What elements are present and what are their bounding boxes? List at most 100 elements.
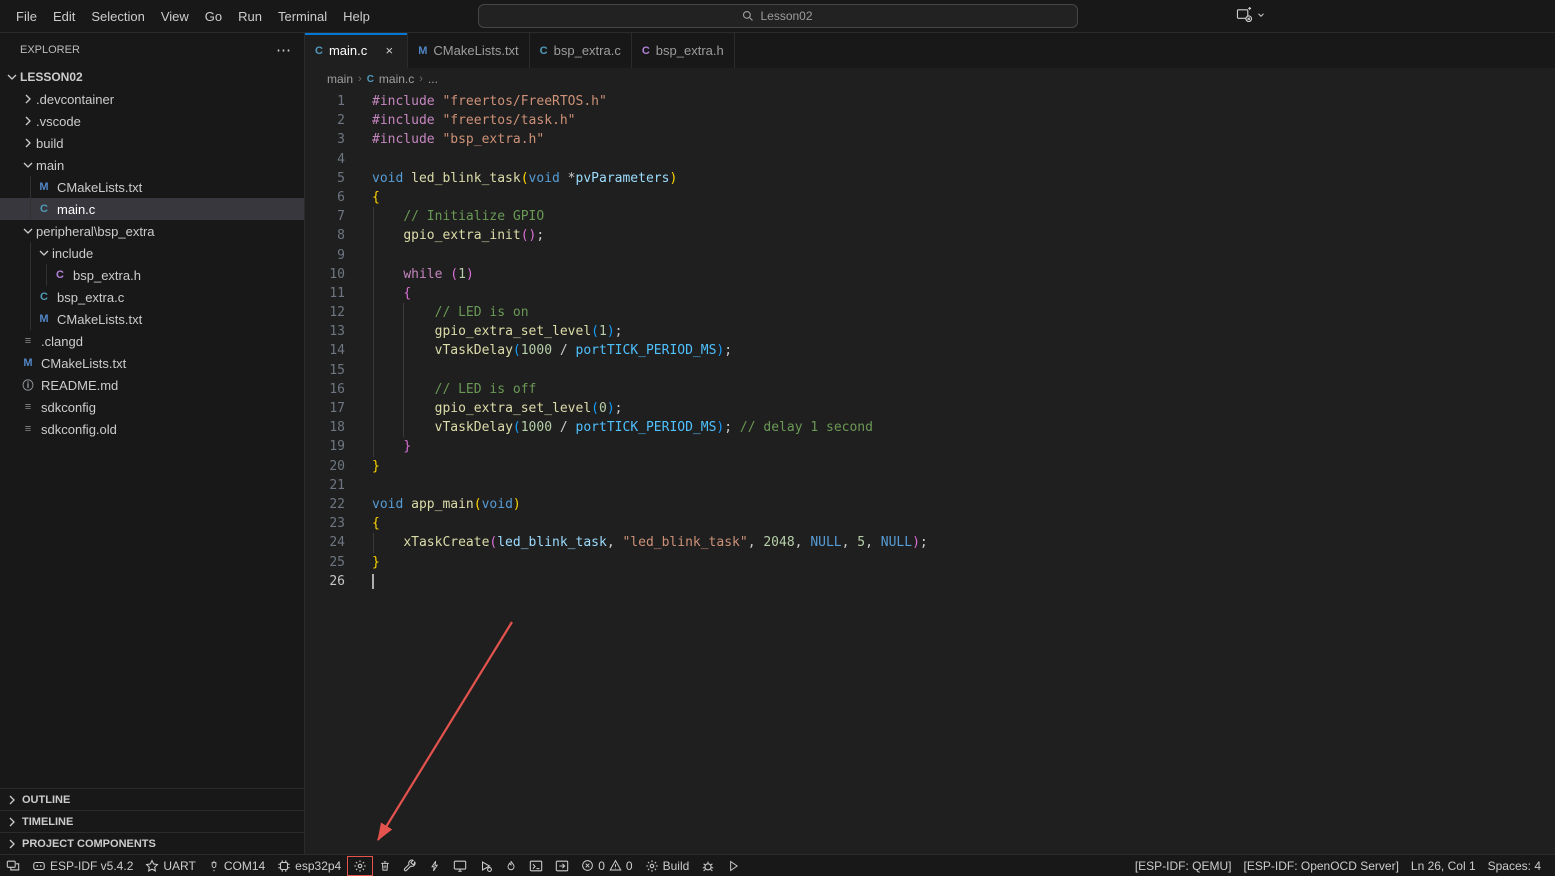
status-debug-alt[interactable] <box>473 855 499 876</box>
code-line[interactable]: 2#include "freertos/task.h" <box>305 111 1555 130</box>
tree-file-bsp-extra-c[interactable]: Cbsp_extra.c <box>0 286 304 308</box>
status-run-external[interactable] <box>549 855 575 876</box>
code-line[interactable]: 26 <box>305 572 1555 591</box>
breadcrumb-item[interactable]: ... <box>428 72 438 86</box>
file-type-icon: M <box>418 45 427 57</box>
tree-file-bsp-extra-h[interactable]: Cbsp_extra.h <box>0 264 304 286</box>
tree-file-sdkconfig-old[interactable]: ≡sdkconfig.old <box>0 418 304 440</box>
code-line[interactable]: 5void led_blink_task(void *pvParameters) <box>305 169 1555 188</box>
item-label: main.c <box>57 202 95 217</box>
code-line[interactable]: 6{ <box>305 188 1555 207</box>
code-line[interactable]: 8 gpio_extra_init(); <box>305 226 1555 245</box>
tree-file-cmakelists-txt[interactable]: MCMakeLists.txt <box>0 352 304 374</box>
tree-file-readme-md[interactable]: ⓘREADME.md <box>0 374 304 396</box>
breadcrumb-item[interactable]: main.c <box>379 72 414 86</box>
code-line[interactable]: 1#include "freertos/FreeRTOS.h" <box>305 92 1555 111</box>
status-com14[interactable]: COM14 <box>202 855 271 876</box>
item-label: CMakeLists.txt <box>57 180 142 195</box>
tree-root-lesson02[interactable]: LESSON02 <box>0 66 304 88</box>
menu-help[interactable]: Help <box>335 5 378 28</box>
status-esp-idf-v5-4-2[interactable]: ESP-IDF v5.4.2 <box>26 855 139 876</box>
section-outline[interactable]: OUTLINE <box>0 788 304 810</box>
code-line[interactable]: 25} <box>305 553 1555 572</box>
code-line[interactable]: 24 xTaskCreate(led_blink_task, "led_blin… <box>305 533 1555 552</box>
section-timeline[interactable]: TIMELINE <box>0 810 304 832</box>
code-line[interactable]: 11 { <box>305 284 1555 303</box>
code-line[interactable]: 4 <box>305 150 1555 169</box>
status-wrench[interactable] <box>397 855 423 876</box>
code-editor[interactable]: 1#include "freertos/FreeRTOS.h"2#include… <box>305 90 1555 854</box>
menu-run[interactable]: Run <box>230 5 270 28</box>
layout-control-icon[interactable] <box>1236 7 1253 22</box>
code-line[interactable]: 15 <box>305 361 1555 380</box>
warning-icon <box>609 859 622 872</box>
code-line[interactable]: 22void app_main(void) <box>305 495 1555 514</box>
code-line[interactable]: 18 vTaskDelay(1000 / portTICK_PERIOD_MS)… <box>305 418 1555 437</box>
code-line[interactable]: 13 gpio_extra_set_level(1); <box>305 322 1555 341</box>
tree-file-main-c[interactable]: Cmain.c <box>0 198 304 220</box>
bug-icon <box>701 859 715 873</box>
tree-folder-peripheral-bsp-extra[interactable]: peripheral\bsp_extra <box>0 220 304 242</box>
chevron-down-icon[interactable] <box>1256 10 1266 20</box>
status-esp32p4[interactable]: esp32p4 <box>271 855 347 876</box>
tree-file-clangd[interactable]: ≡.clangd <box>0 330 304 352</box>
search-input[interactable]: Lesson02 <box>478 4 1078 28</box>
status-trash[interactable] <box>373 855 397 876</box>
run-external-icon <box>555 859 569 873</box>
status-esp-idf-openocd-server[interactable]: [ESP-IDF: OpenOCD Server] <box>1238 855 1405 876</box>
status-monitor[interactable] <box>447 855 473 876</box>
tab-bsp-extra-c[interactable]: Cbsp_extra.c <box>530 33 632 68</box>
code-line[interactable]: 21 <box>305 476 1555 495</box>
chevron-down-icon <box>36 245 52 261</box>
status-problems[interactable]: 00 <box>575 855 638 876</box>
code-line[interactable]: 10 while (1) <box>305 265 1555 284</box>
close-icon[interactable]: × <box>381 43 397 58</box>
tree-folder-build[interactable]: build <box>0 132 304 154</box>
code-line[interactable]: 23{ <box>305 514 1555 533</box>
explorer-actions-icon[interactable]: ⋯ <box>276 41 292 59</box>
chevron-right-icon <box>4 836 20 852</box>
status-flame[interactable] <box>499 855 523 876</box>
menu-go[interactable]: Go <box>197 5 230 28</box>
menu-edit[interactable]: Edit <box>45 5 83 28</box>
status-bar-right: [ESP-IDF: QEMU][ESP-IDF: OpenOCD Server]… <box>1129 855 1555 876</box>
breadcrumb[interactable]: main›Cmain.c›... <box>305 68 1555 90</box>
menu-selection[interactable]: Selection <box>83 5 152 28</box>
tree-folder-main[interactable]: main <box>0 154 304 176</box>
tree-file-cmakelists-txt[interactable]: MCMakeLists.txt <box>0 176 304 198</box>
tree-folder-devcontainer[interactable]: .devcontainer <box>0 88 304 110</box>
tree-folder-include[interactable]: include <box>0 242 304 264</box>
status-lightning[interactable] <box>423 855 447 876</box>
code-line[interactable]: 14 vTaskDelay(1000 / portTICK_PERIOD_MS)… <box>305 341 1555 360</box>
status-build[interactable]: Build <box>639 855 696 876</box>
tree-file-sdkconfig[interactable]: ≡sdkconfig <box>0 396 304 418</box>
tree-file-cmakelists-txt[interactable]: MCMakeLists.txt <box>0 308 304 330</box>
status-ln-26-col-1[interactable]: Ln 26, Col 1 <box>1405 855 1482 876</box>
breadcrumb-item[interactable]: main <box>327 72 353 86</box>
tab-bsp-extra-h[interactable]: Cbsp_extra.h <box>632 33 735 68</box>
code-line[interactable]: 17 gpio_extra_set_level(0); <box>305 399 1555 418</box>
tree-folder-vscode[interactable]: .vscode <box>0 110 304 132</box>
code-line[interactable]: 19 } <box>305 437 1555 456</box>
code-line[interactable]: 20} <box>305 457 1555 476</box>
status-play[interactable] <box>721 855 746 876</box>
status-terminal[interactable] <box>523 855 549 876</box>
code-line[interactable]: 16 // LED is off <box>305 380 1555 399</box>
status-bug[interactable] <box>695 855 721 876</box>
line-content: gpio_extra_init(); <box>372 226 1555 245</box>
code-line[interactable]: 3#include "bsp_extra.h" <box>305 130 1555 149</box>
status-gear-highlighted[interactable] <box>347 856 373 876</box>
menu-terminal[interactable]: Terminal <box>270 5 335 28</box>
tab-cmakelists-txt[interactable]: MCMakeLists.txt <box>408 33 529 68</box>
tab-main-c[interactable]: Cmain.c× <box>305 33 408 68</box>
code-line[interactable]: 12 // LED is on <box>305 303 1555 322</box>
code-line[interactable]: 7 // Initialize GPIO <box>305 207 1555 226</box>
status-remote-window[interactable] <box>0 855 26 876</box>
menu-file[interactable]: File <box>8 5 45 28</box>
section-project-components[interactable]: PROJECT COMPONENTS <box>0 832 304 854</box>
code-line[interactable]: 9 <box>305 246 1555 265</box>
status-spaces-4[interactable]: Spaces: 4 <box>1482 855 1547 876</box>
menu-view[interactable]: View <box>153 5 197 28</box>
status-uart[interactable]: UART <box>139 855 201 876</box>
status-esp-idf-qemu[interactable]: [ESP-IDF: QEMU] <box>1129 855 1238 876</box>
